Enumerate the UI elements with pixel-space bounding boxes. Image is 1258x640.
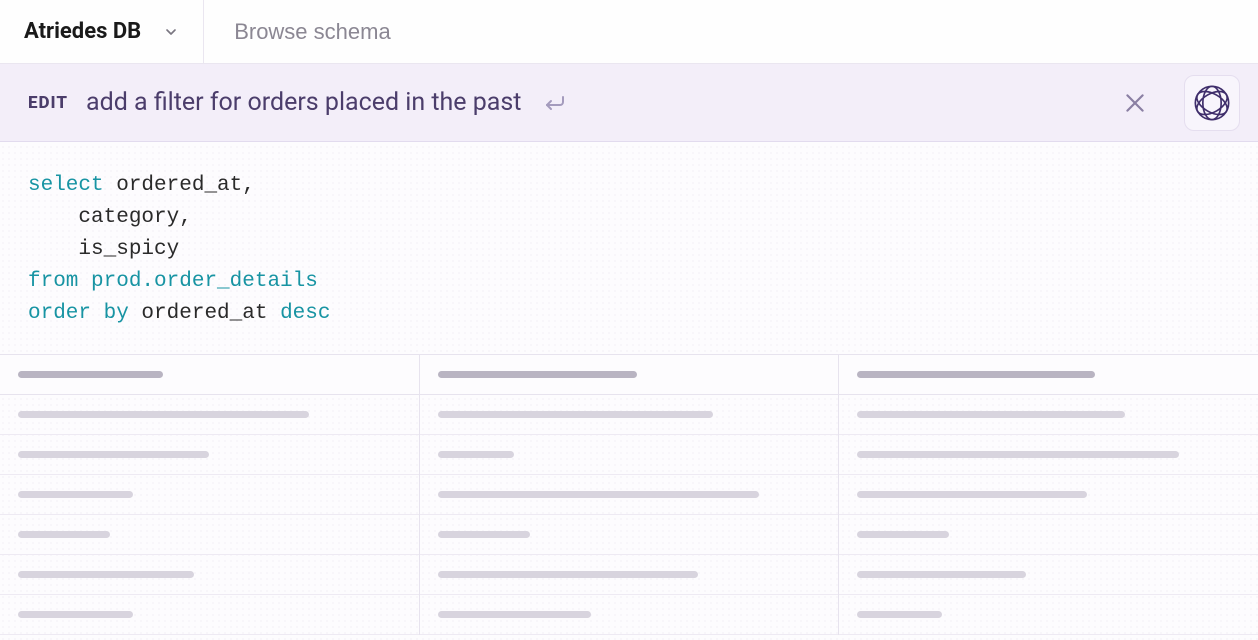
skeleton-bar [857,491,1087,498]
table-row [839,475,1258,515]
skeleton-bar [857,571,1025,578]
skeleton-bar [18,531,110,538]
hex-logo-button[interactable] [1184,75,1240,131]
top-bar: Atriedes DB [0,0,1258,64]
skeleton-bar [857,611,941,618]
table-row [420,555,839,595]
table-row [839,595,1258,635]
edit-bar: EDIT add a filter for orders placed in t… [0,64,1258,142]
skeleton-bar [438,411,714,418]
table-row [839,515,1258,555]
order-column: ordered_at [129,302,280,325]
column-header [839,355,1258,395]
kw-select: select [28,174,104,197]
table-row [839,555,1258,595]
skeleton-bar [18,371,163,378]
skeleton-bar [438,571,698,578]
table-row [839,435,1258,475]
table-row [0,595,419,635]
column-header [0,355,419,395]
results-column [420,355,840,635]
skeleton-bar [18,611,133,618]
skeleton-bar [18,451,209,458]
results-column [839,355,1258,635]
db-name: Atriedes DB [24,19,141,44]
skeleton-bar [857,411,1125,418]
table-row [420,435,839,475]
table-row [0,475,419,515]
schema-search[interactable] [204,0,1258,63]
kw-orderby: order by [28,302,129,325]
kw-desc: desc [280,302,330,325]
table-row [0,555,419,595]
edit-label: EDIT [28,93,68,113]
edit-prompt-text[interactable]: add a filter for orders placed in the pa… [86,88,521,117]
skeleton-bar [438,611,591,618]
table-row [420,395,839,435]
skeleton-bar [438,371,637,378]
skeleton-bar [857,451,1178,458]
return-icon [543,91,567,115]
table-row [839,395,1258,435]
table-row [420,595,839,635]
schema-search-input[interactable] [234,19,1228,45]
skeleton-bar [18,571,194,578]
skeleton-bar [857,371,1094,378]
db-selector[interactable]: Atriedes DB [0,0,204,63]
skeleton-bar [438,491,759,498]
close-button[interactable] [1114,82,1156,124]
table-name: prod.order_details [78,270,317,293]
table-row [420,475,839,515]
results-column [0,355,420,635]
skeleton-bar [18,491,133,498]
table-row [0,435,419,475]
table-row [0,395,419,435]
table-row [420,515,839,555]
kw-from: from [28,270,78,293]
results-table-skeleton [0,354,1258,635]
skeleton-bar [438,451,515,458]
column-header [420,355,839,395]
chevron-down-icon [163,24,179,40]
table-row [0,515,419,555]
skeleton-bar [18,411,309,418]
skeleton-bar [857,531,949,538]
skeleton-bar [438,531,530,538]
sql-editor[interactable]: select ordered_at, category, is_spicy fr… [0,142,1258,354]
